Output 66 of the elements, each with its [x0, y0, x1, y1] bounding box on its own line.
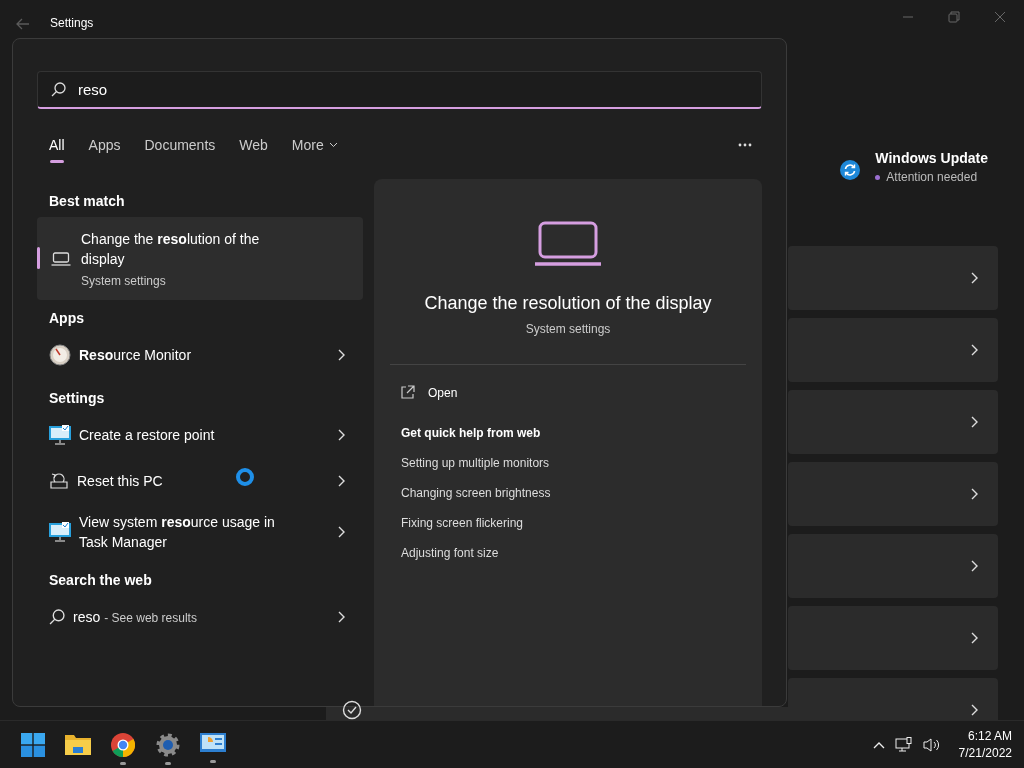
chevron-icon — [338, 349, 345, 361]
control-panel-icon[interactable] — [200, 732, 226, 755]
open-external-icon — [400, 385, 415, 400]
preview-subtitle: System settings — [525, 322, 611, 336]
filter-tab[interactable]: Documents — [132, 129, 228, 163]
chevron-icon — [971, 704, 978, 716]
filter-tab[interactable]: Web — [227, 129, 280, 163]
help-link[interactable]: Adjusting font size — [401, 546, 499, 560]
chevron-icon — [338, 526, 345, 538]
best-match-item[interactable]: Change the resolution of the display System settings — [37, 217, 363, 300]
monitor-icon — [49, 522, 71, 542]
close-icon[interactable] — [994, 11, 1006, 23]
chevron-icon — [971, 632, 978, 644]
section-heading: Best match — [49, 193, 126, 209]
search-field[interactable]: reso — [37, 71, 762, 109]
laptop-icon — [535, 221, 601, 267]
filter-tab[interactable]: All — [37, 129, 77, 163]
open-link[interactable]: Open — [400, 385, 458, 400]
chevron-icon — [971, 272, 978, 284]
chevron-icon — [971, 416, 978, 428]
sync-icon — [840, 160, 861, 180]
chevron-icon — [971, 488, 978, 500]
preview-title: Change the resolution of the display — [424, 293, 712, 314]
monitor-icon — [49, 425, 71, 445]
restore-icon[interactable] — [948, 11, 960, 23]
result-item[interactable]: Create a restore point — [37, 414, 363, 456]
busy-cursor-icon — [235, 467, 255, 487]
status-dot — [875, 174, 881, 180]
result-item[interactable]: Reset this PC — [37, 460, 363, 502]
back-icon[interactable] — [16, 18, 30, 30]
search-icon — [51, 82, 66, 97]
check-circle-icon — [342, 700, 362, 720]
update-status: Attention needed — [886, 170, 978, 184]
filter-tab[interactable]: More — [279, 129, 350, 163]
network-icon[interactable] — [894, 736, 913, 753]
start-icon[interactable] — [21, 732, 45, 757]
clock[interactable]: 6:12 AM 7/21/2022 — [958, 729, 1012, 760]
browser-icon[interactable] — [111, 732, 135, 757]
chevron-icon — [971, 344, 978, 356]
more-options-icon[interactable] — [738, 143, 752, 147]
folder-icon[interactable] — [65, 732, 91, 755]
chevron-icon — [971, 560, 978, 572]
update-title[interactable]: Windows Update — [875, 150, 988, 166]
filter-tab[interactable]: Apps — [76, 129, 133, 163]
caret-up-icon[interactable] — [872, 740, 885, 749]
chevron-icon — [338, 475, 345, 487]
result-item[interactable]: View system resource usage in Task Manager — [37, 506, 363, 558]
search-icon — [49, 609, 65, 625]
section-heading: Apps — [49, 310, 85, 326]
window-title: Settings — [50, 16, 94, 30]
help-link[interactable]: Fixing screen flickering — [401, 516, 524, 530]
reset-icon — [49, 472, 69, 490]
gear-icon[interactable] — [156, 732, 180, 757]
section-heading: Search the web — [49, 572, 153, 588]
help-heading: Get quick help from web — [401, 426, 541, 440]
chevron-icon — [338, 611, 345, 623]
chevron-icon — [338, 429, 345, 441]
help-link[interactable]: Setting up multiple monitors — [401, 456, 550, 470]
section-heading: Settings — [49, 390, 106, 406]
help-link[interactable]: Changing screen brightness — [401, 486, 551, 500]
volume-icon[interactable] — [922, 736, 941, 753]
laptop-icon — [51, 251, 71, 266]
result-item[interactable]: reso - See web results — [37, 596, 363, 638]
result-item[interactable]: Resource Monitor — [37, 334, 363, 376]
caret-icon — [328, 142, 338, 148]
gauge-icon — [49, 344, 71, 366]
